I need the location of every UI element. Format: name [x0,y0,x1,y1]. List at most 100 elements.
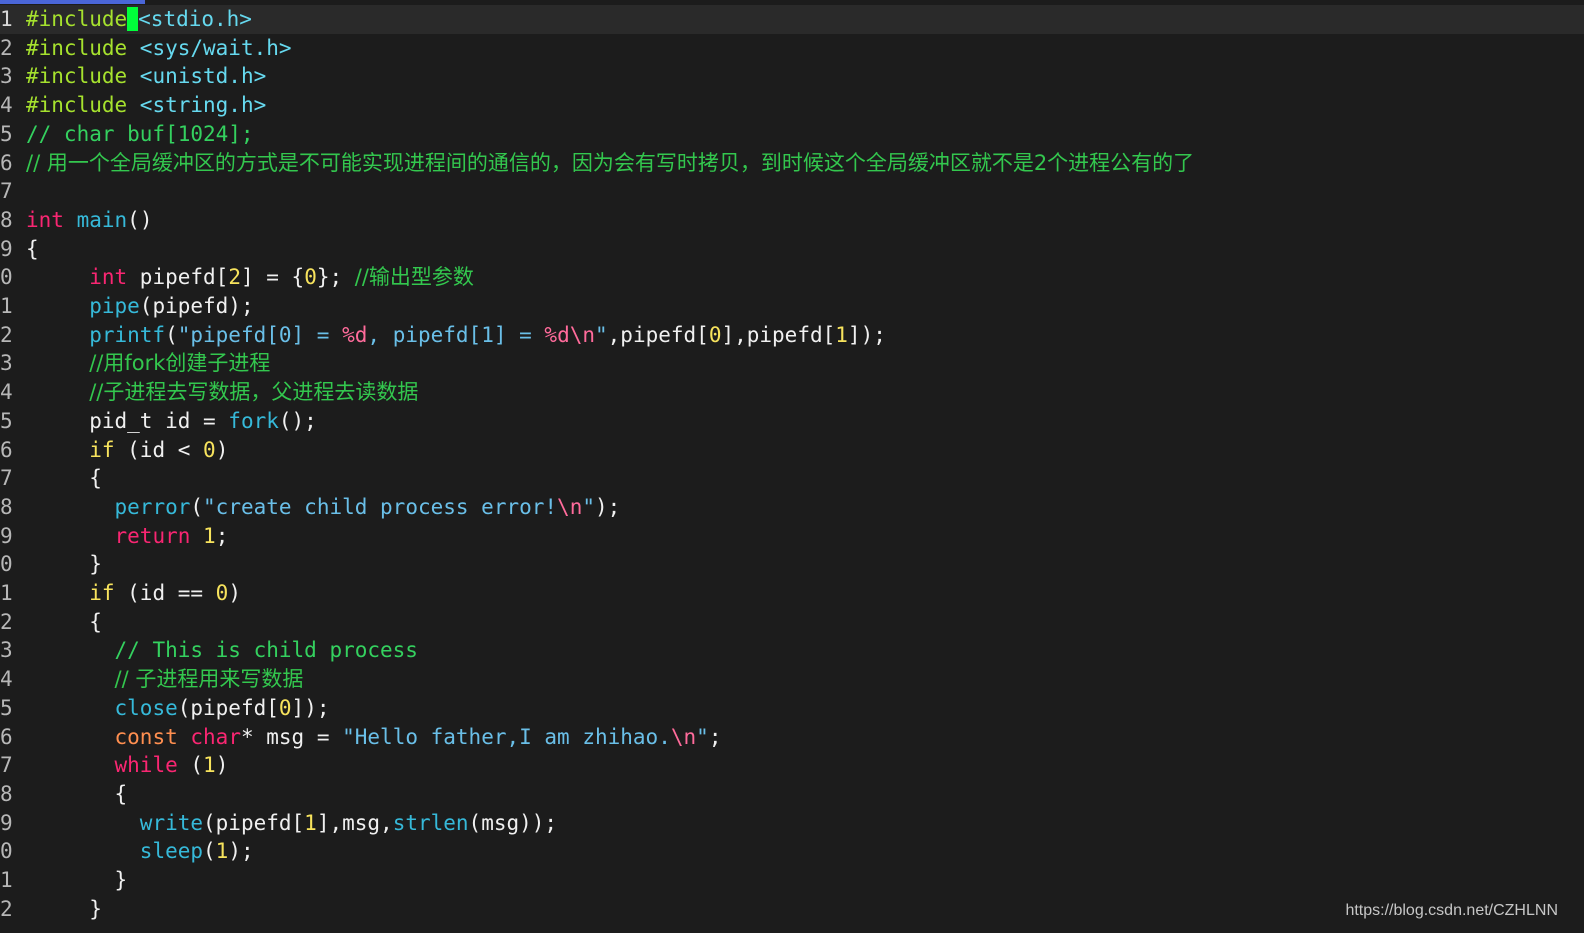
code-text[interactable]: } [26,550,102,579]
code-text[interactable]: // char buf[1024]; [26,120,254,149]
code-text[interactable]: { [26,780,128,809]
code-text[interactable]: const char* msg = "Hello father,I am zhi… [26,723,722,752]
code-text[interactable]: // This is child process [26,636,418,665]
code-text[interactable]: perror("create child process error!\n"); [26,493,621,522]
code-token: ( [177,753,204,778]
line-number: 6 [0,724,13,749]
code-text[interactable]: { [26,464,102,493]
code-token: { [26,609,102,634]
code-token: (id == [114,581,216,605]
line-number: 2 [0,609,13,634]
code-token: // This is child process [114,638,418,663]
code-text[interactable]: sleep(1); [26,837,254,866]
code-token: printf [89,322,166,347]
code-text[interactable]: printf("pipefd[0] = %d, pipefd[1] = %d\n… [26,321,886,350]
code-text[interactable]: #include <stdio.h> [26,5,252,34]
code-text[interactable]: } [26,866,128,895]
code-token: * msg = [240,724,343,749]
code-token: (pipefd[ [203,810,305,835]
code-text[interactable]: #include <sys/wait.h> [26,34,292,63]
code-token: 0 [708,322,722,347]
code-token: ],pipefd[ [721,322,836,347]
code-token: int [26,207,64,232]
code-token: <sys/wait.h> [139,35,292,60]
code-text[interactable]: } [26,895,102,924]
code-token: strlen [392,810,469,835]
code-text[interactable]: pipe(pipefd); [26,292,254,321]
line-number: 2 [0,35,13,60]
code-token: if [89,437,115,462]
code-token: //用fork创建子进程 [89,351,271,376]
code-text[interactable]: //子进程去写数据，父进程去读数据 [26,378,418,407]
code-token: pipe [89,294,140,318]
code-token: ) [215,753,229,778]
code-token: //子进程去写数据，父进程去读数据 [89,380,419,405]
code-text[interactable]: int pipefd[2] = {0}; //输出型参数 [26,263,474,292]
code-text[interactable]: if (id < 0) [26,436,228,465]
code-text[interactable]: #include <string.h> [26,91,266,120]
code-text[interactable]: { [26,235,39,264]
code-token: ) [215,437,229,462]
code-token: (pipefd); [139,294,254,318]
line-number: 0 [0,552,13,577]
code-token: //输出型参数 [354,265,474,290]
code-text[interactable]: while (1) [26,751,229,780]
active-tab-indicator[interactable] [0,0,145,4]
code-text[interactable]: // 子进程用来写数据 [26,665,304,694]
code-token: perror [114,494,191,519]
code-token: , pipefd[1] = [367,322,545,347]
code-token: (id < [114,437,204,462]
code-text[interactable]: // 用一个全局缓冲区的方式是不可能实现进程间的通信的，因为会有写时拷贝，到时候… [26,149,1194,178]
line-number: 1 [0,581,13,605]
code-text[interactable]: int main() [26,206,152,235]
code-token: 1 [203,753,216,778]
code-token: ); [228,839,254,864]
line-number: 4 [0,667,13,692]
code-token: char [190,724,241,749]
code-token: write [139,810,204,835]
code-token: 1 [215,839,229,864]
code-token: ); [595,494,621,519]
line-number: 7 [0,753,13,778]
code-text[interactable]: write(pipefd[1],msg,strlen(msg)); [26,809,557,838]
code-token: main [76,207,128,232]
watermark: https://blog.csdn.net/CZHLNN [1345,902,1558,919]
code-token: " [595,322,608,347]
line-number: 3 [0,64,13,89]
code-token: // char buf[1024]; [26,121,254,146]
code-text[interactable]: pid_t id = fork(); [26,407,317,436]
code-token: (); [278,408,317,433]
line-number: 7 [0,179,13,204]
line-number: 6 [0,150,13,175]
code-token: " [696,724,709,749]
code-editor[interactable]: 1 #include <stdio.h> 2 #include <sys/wait.h>… [0,0,1584,933]
code-token: 0 [278,695,292,720]
code-text[interactable]: #include <unistd.h> [26,62,266,91]
code-token: ]); [847,322,886,347]
code-token: <stdio.h> [138,7,252,31]
code-token: <unistd.h> [139,64,267,89]
code-text[interactable]: close(pipefd[0]); [26,694,330,723]
code-text[interactable]: return 1; [26,522,229,551]
code-token: while [114,753,178,778]
code-text[interactable]: { [26,608,102,637]
code-token: pipefd[ [127,265,229,290]
code-token: } [26,868,128,892]
code-text[interactable]: //用fork创建子进程 [26,349,270,378]
line-number: 4 [0,380,13,405]
code-token: (msg)); [468,810,558,835]
code-line[interactable]: 1 #include <stdio.h> [0,5,1584,34]
code-token: } [26,896,102,921]
code-token: 0 [203,437,216,462]
line-number: 5 [0,121,13,146]
code-token: 1 [203,523,216,548]
code-text[interactable]: if (id == 0) [26,579,241,608]
code-token: () [127,207,153,232]
code-token: ; [708,724,722,749]
